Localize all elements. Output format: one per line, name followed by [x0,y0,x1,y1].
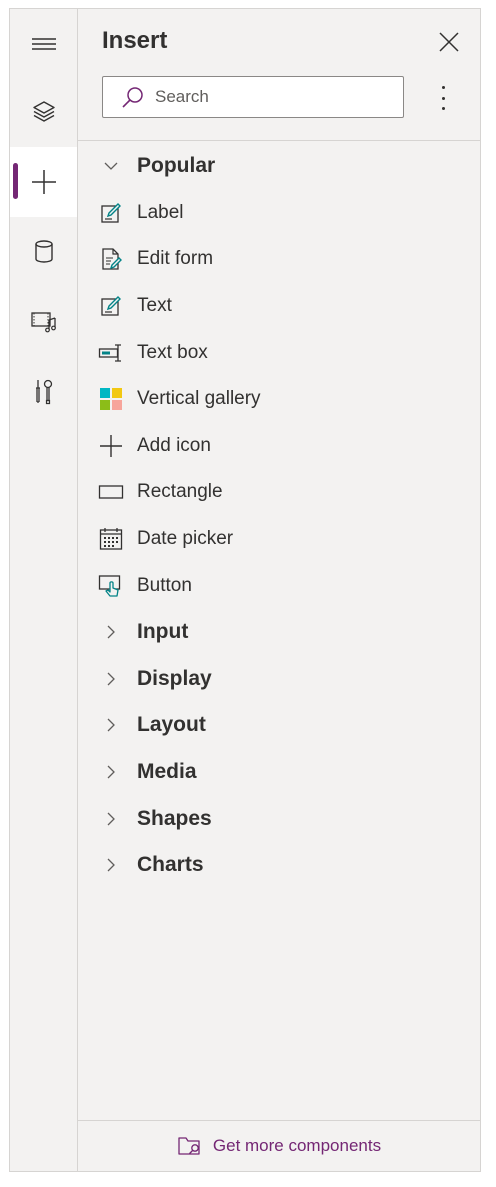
controls-list: Popular Label Edit form Text Text box Ve… [78,143,480,889]
chevron-right-icon [98,712,124,738]
get-more-components-button[interactable]: Get more components [78,1121,480,1171]
add-icon [98,433,124,459]
text-icon [98,293,124,319]
database-icon [34,240,53,263]
chevron-down-icon [98,153,124,179]
rail-advanced-tools-button[interactable] [10,357,77,427]
close-icon [439,32,459,52]
close-button[interactable] [438,31,460,53]
category-input[interactable]: Input [78,609,480,656]
hamburger-menu-icon [31,38,56,50]
edit-form-icon [98,246,124,272]
vertical-gallery-icon [98,386,124,412]
category-popular[interactable]: Popular [78,143,480,190]
list-item-button[interactable]: Button [78,562,480,609]
left-rail [10,9,78,1171]
text-box-icon [98,340,124,366]
insert-panel: Insert Search Popular Label Edit form Te… [78,9,480,1171]
category-shapes[interactable]: Shapes [78,795,480,842]
layers-icon [32,101,55,122]
list-item-label[interactable]: Label [78,190,480,237]
chevron-right-icon [98,666,124,692]
chevron-right-icon [98,852,124,878]
insert-pane: Insert Search Popular Label Edit form Te… [9,8,481,1172]
category-charts[interactable]: Charts [78,842,480,889]
list-item-text-box[interactable]: Text box [78,329,480,376]
chevron-right-icon [98,806,124,832]
rail-tree-view-button[interactable] [10,77,77,147]
panel-title: Insert [102,27,168,54]
label-icon [98,200,124,226]
list-item-text[interactable]: Text [78,283,480,330]
search-box[interactable] [102,76,404,118]
chevron-right-icon [98,759,124,785]
category-display[interactable]: Display [78,656,480,703]
more-options-icon [441,86,445,89]
date-picker-icon [98,526,124,552]
plus-icon [31,170,56,194]
rail-data-button[interactable] [10,217,77,287]
list-item-vertical-gallery[interactable]: Vertical gallery [78,376,480,423]
search-input[interactable] [155,87,375,107]
rail-media-button[interactable] [10,287,77,357]
header-divider [78,140,480,141]
category-layout[interactable]: Layout [78,702,480,749]
button-icon [98,573,124,599]
rectangle-icon [98,479,124,505]
list-item-date-picker[interactable]: Date picker [78,516,480,563]
get-more-components-label: Get more components [212,1136,382,1155]
list-item-edit-form[interactable]: Edit form [78,236,480,283]
category-label: Popular [137,154,216,178]
rail-menu-button[interactable] [10,9,77,79]
list-item-rectangle[interactable]: Rectangle [78,469,480,516]
search-icon [121,85,145,109]
category-media[interactable]: Media [78,749,480,796]
rail-insert-button[interactable] [10,147,77,217]
more-options-button[interactable] [438,86,448,110]
folder-search-icon [178,1137,200,1155]
media-icon [30,312,56,333]
chevron-right-icon [98,619,124,645]
list-item-add-icon[interactable]: Add icon [78,423,480,470]
tools-icon [35,379,52,405]
